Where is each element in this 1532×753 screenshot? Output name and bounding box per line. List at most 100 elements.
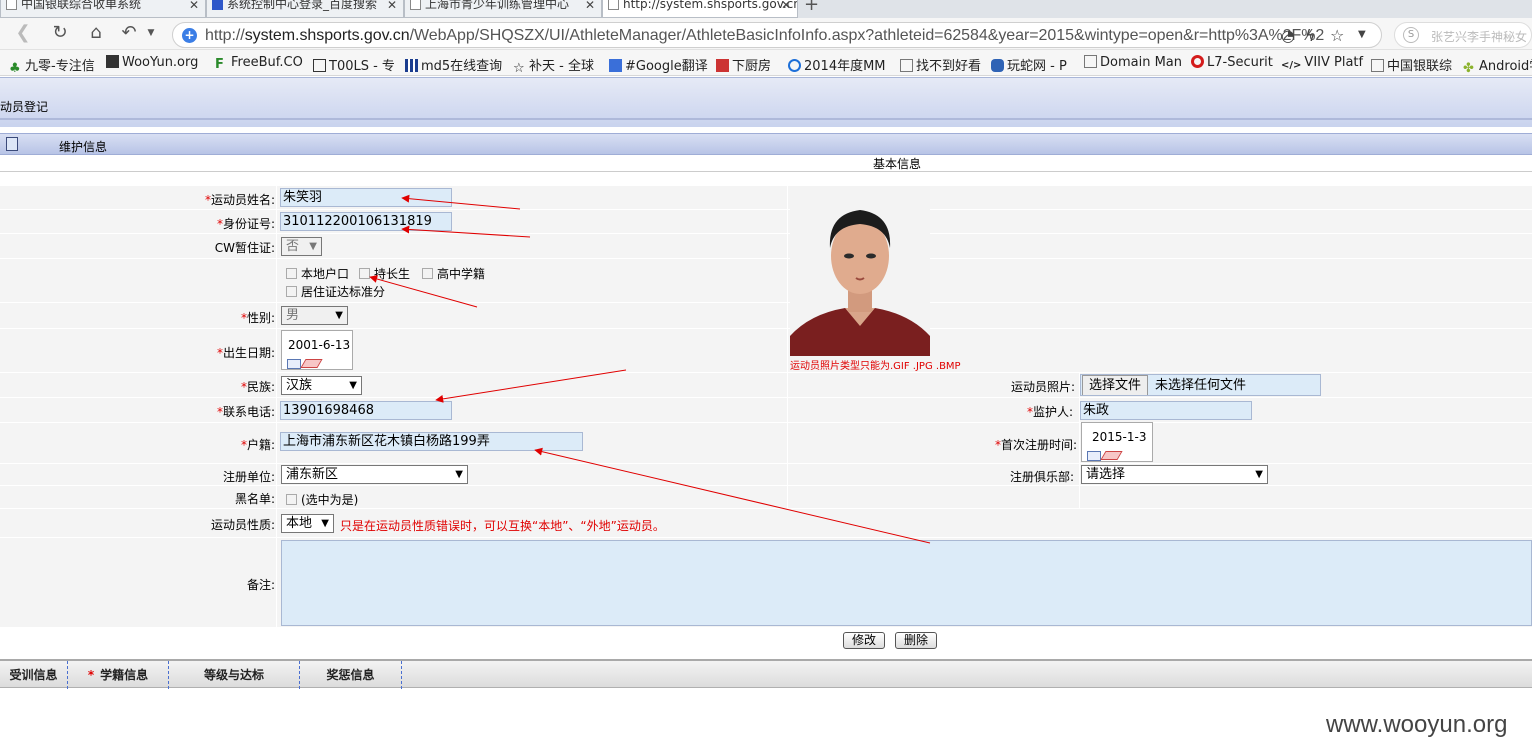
nature-hint: 只是在运动员性质错误时，可以互换“本地”、“外地”运动员。: [340, 519, 665, 533]
star-icon[interactable]: ☆: [1330, 26, 1344, 45]
nature-label: 运动员性质:: [210, 518, 275, 532]
bookmark-icon: [405, 59, 418, 72]
tab-close-icon[interactable]: ✕: [387, 0, 397, 12]
bookmark-icon: [716, 59, 729, 72]
bookmark-item[interactable]: WooYun.org: [106, 55, 198, 70]
bookmark-item[interactable]: T00LS - 专: [313, 55, 395, 74]
phone-input[interactable]: 13901698468: [280, 401, 452, 420]
bookmark-item[interactable]: ♣ 九零-专注信: [9, 55, 95, 75]
first-reg-date-picker[interactable]: 2015-1-3: [1081, 422, 1153, 462]
bookmark-item[interactable]: 玩蛇网 - P: [991, 55, 1067, 74]
lightning-icon[interactable]: ϟ: [1305, 26, 1316, 45]
bookmark-item[interactable]: </> VIIV Platf: [1281, 55, 1363, 73]
bookmark-item[interactable]: 下厨房: [716, 55, 771, 74]
birth-label: *出生日期:: [216, 346, 275, 360]
nation-select[interactable]: 汉族 ▼: [281, 376, 362, 395]
cw-select[interactable]: 否 ▼: [281, 237, 322, 256]
checkbox-local-hukou[interactable]: 本地户口: [286, 265, 349, 282]
new-tab-icon[interactable]: +: [804, 0, 819, 15]
delete-button[interactable]: 删除: [895, 632, 937, 649]
bookmark-label: 补天 - 全球: [529, 59, 594, 74]
star-icon: ☆: [513, 61, 525, 76]
eraser-icon[interactable]: [300, 359, 323, 368]
browser-tab-active[interactable]: http://system.shsports.gov.cn ✕: [602, 0, 798, 18]
checkbox-residence-permit[interactable]: 居住证达标准分: [286, 283, 385, 300]
nature-select-value: 本地: [286, 516, 313, 531]
eraser-icon[interactable]: [1100, 451, 1123, 460]
tab-close-icon[interactable]: ✕: [781, 0, 791, 12]
club-select[interactable]: 请选择 ▼: [1081, 465, 1268, 484]
browser-tab-2[interactable]: 系统控制中心登录_百度搜索 ✕: [206, 0, 404, 18]
blacklist-checkbox[interactable]: (选中为是): [286, 491, 358, 508]
birth-date-picker[interactable]: 2001-6-13: [281, 330, 353, 370]
page-icon: [1084, 55, 1097, 68]
tab-favicon-icon: [608, 0, 619, 10]
browser-tab-1[interactable]: 中国银联综合收单系统 ✕: [0, 0, 206, 18]
row-birth: *出生日期: 2001-6-13: [0, 329, 1532, 373]
bookmark-icon: [313, 59, 326, 72]
chevron-down-icon[interactable]: ▼: [140, 22, 162, 44]
calendar-icon[interactable]: [1087, 451, 1101, 461]
gender-select[interactable]: 男 ▼: [281, 306, 348, 325]
android-icon: ✤: [1463, 61, 1474, 76]
tab-favicon-icon: [212, 0, 223, 10]
choose-file-button[interactable]: 选择文件: [1082, 375, 1149, 395]
undo-icon[interactable]: ↶: [118, 22, 140, 44]
checkbox-icon: [286, 494, 297, 505]
guardian-input[interactable]: 朱政: [1080, 401, 1252, 420]
bookmark-item[interactable]: md5在线查询: [405, 55, 502, 74]
tab-close-icon[interactable]: ✕: [189, 0, 199, 12]
photo-upload[interactable]: 选择文件 未选择任何文件: [1080, 374, 1321, 396]
club-label: 注册俱乐部:: [1010, 470, 1075, 484]
checkbox-icon: [359, 268, 370, 279]
edit-button[interactable]: 修改: [843, 632, 885, 649]
row-idcard: *身份证号: 310112200106131819: [0, 210, 1532, 234]
back-icon[interactable]: ❮: [12, 22, 34, 44]
tab-label: 上海市青少年训练管理中心: [425, 0, 570, 11]
url-path: /WebApp/SHQSZX/UI/AthleteManager/Athlete…: [409, 27, 1325, 44]
page-content: 动员登记 维护信息 基本信息 *运动员姓名: 朱笑羽 *身份证号: 310112…: [0, 77, 1532, 753]
bookmark-item[interactable]: 中国银联综: [1371, 55, 1452, 74]
row-cw: CW暂住证: 否 ▼: [0, 234, 1532, 259]
reg-unit-select[interactable]: 浦东新区 ▼: [281, 465, 468, 484]
bookmark-item[interactable]: ✤ Android学: [1463, 55, 1532, 76]
checkbox-highschool[interactable]: 高中学籍: [422, 265, 485, 282]
tab-training[interactable]: 受训信息: [0, 661, 68, 689]
name-input[interactable]: 朱笑羽: [280, 188, 452, 207]
bookmark-item[interactable]: #Google翻译: [609, 55, 708, 74]
site-info-icon[interactable]: +: [182, 28, 197, 43]
tab-school[interactable]: * 学籍信息: [68, 661, 169, 689]
bookmark-item[interactable]: 找不到好看: [900, 55, 981, 74]
bookmark-item[interactable]: F FreeBuf.CO: [215, 55, 303, 72]
bookmark-label: #Google翻译: [625, 59, 708, 74]
page-title: 动员登记: [0, 100, 49, 114]
home-icon[interactable]: ⌂: [85, 22, 107, 44]
chevron-down-icon: ▼: [1255, 469, 1263, 480]
bookmark-label: T00LS - 专: [329, 59, 395, 74]
birth-date-value: 2001-6-13: [288, 338, 351, 352]
bookmark-label: md5在线查询: [421, 59, 503, 74]
bookmark-item[interactable]: Domain Man: [1084, 55, 1182, 70]
tab-awards[interactable]: 奖惩信息: [300, 661, 402, 689]
idcard-input[interactable]: 310112200106131819: [280, 212, 452, 231]
bookmark-item[interactable]: 2014年度MM: [788, 55, 886, 74]
bookmark-item[interactable]: L7-Securit: [1191, 55, 1273, 70]
bookmark-item[interactable]: ☆ 补天 - 全球: [513, 55, 594, 76]
tab-level[interactable]: 等级与达标: [169, 661, 300, 689]
calendar-icon[interactable]: [287, 359, 301, 369]
address-url[interactable]: http://system.shsports.gov.cn/WebApp/SHQ…: [205, 27, 1324, 45]
chevron-down-icon[interactable]: ▼: [1358, 29, 1366, 40]
browser-tab-3[interactable]: 上海市青少年训练管理中心 ✕: [404, 0, 602, 18]
bookmark-icon: [106, 55, 119, 68]
hukou-input[interactable]: 上海市浦东新区花木镇白杨路199弄: [280, 432, 583, 451]
speed-icon[interactable]: ◔: [1281, 26, 1295, 45]
required-marker: *: [87, 668, 95, 682]
profile-search-box[interactable]: S 张艺兴李手神秘女: [1394, 22, 1532, 48]
tab-close-icon[interactable]: ✕: [585, 0, 595, 12]
nature-select[interactable]: 本地 ▼: [281, 514, 334, 533]
tab-favicon-icon: [410, 0, 421, 10]
reload-icon[interactable]: ↻: [49, 22, 71, 44]
checkbox-long-term[interactable]: 持长生: [359, 265, 410, 282]
remark-textarea[interactable]: [281, 540, 1532, 626]
address-bar[interactable]: + http://system.shsports.gov.cn/WebApp/S…: [172, 22, 1382, 48]
